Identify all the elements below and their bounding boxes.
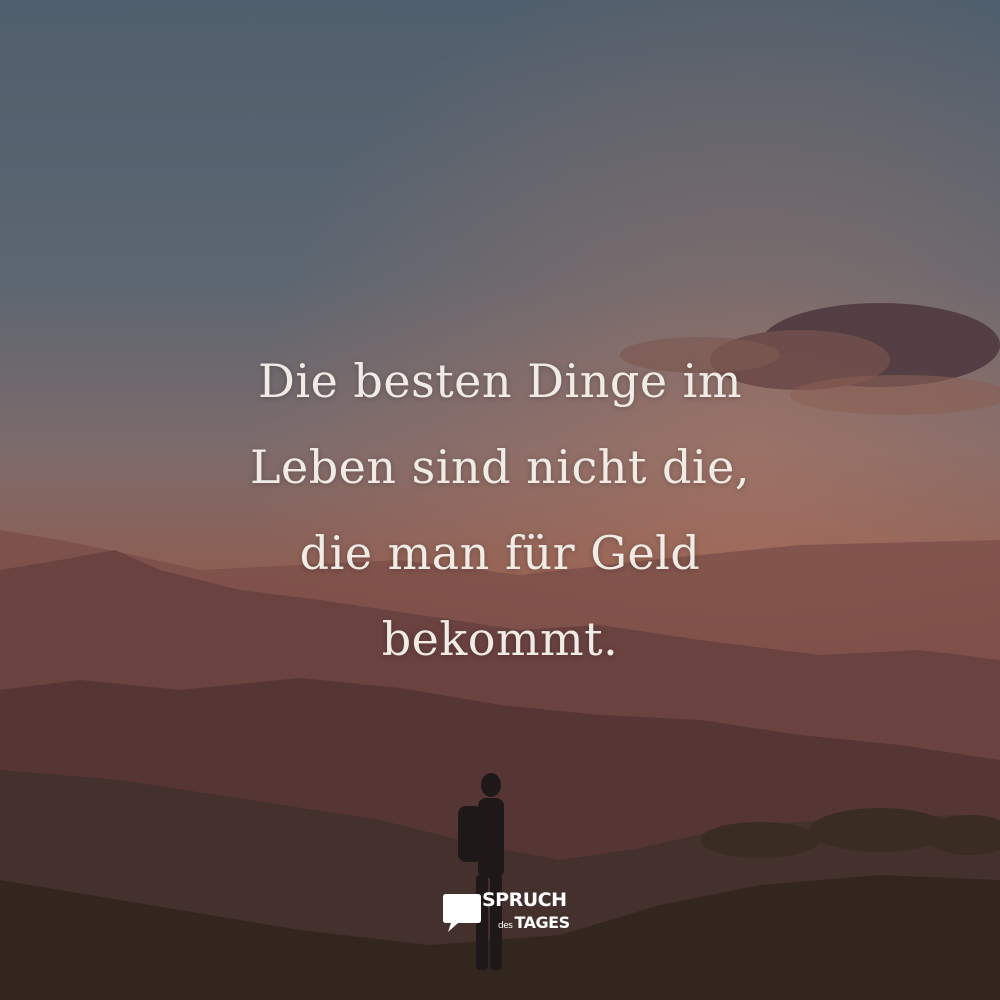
quote-line: bekommt.: [381, 612, 619, 666]
quote-line: die man für Geld: [299, 526, 701, 580]
quote-line: Die besten Dinge im: [257, 354, 742, 408]
logo-line-1: SPRUCH: [482, 889, 567, 911]
quote-line: Leben sind nicht die,: [249, 440, 751, 494]
logo-line-2-main: TAGES: [514, 913, 570, 932]
quote-image: Die besten Dinge im Leben sind nicht die…: [0, 0, 1000, 1000]
logo-line-2: des TAGES: [498, 913, 570, 932]
logo-line-2-small: des: [498, 921, 513, 931]
speech-bubble-icon: [443, 894, 481, 932]
spruch-des-tages-logo: SPRUCH des TAGES: [442, 886, 570, 942]
quote-text: Die besten Dinge im Leben sind nicht die…: [150, 338, 850, 682]
